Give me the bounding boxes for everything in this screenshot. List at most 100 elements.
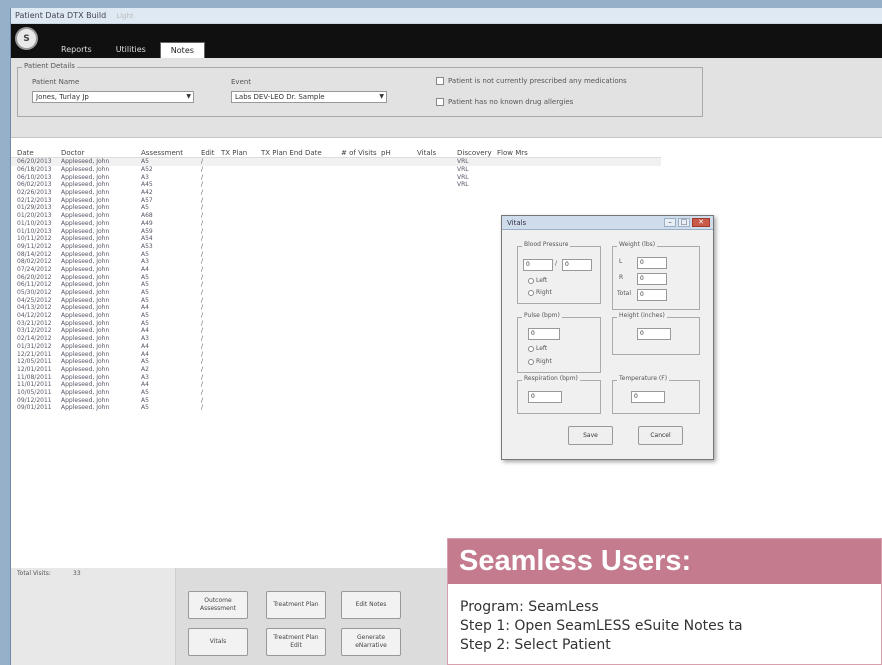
table-cell[interactable]: / (201, 235, 221, 242)
edit-notes-button[interactable]: Edit Notes (341, 591, 401, 619)
table-cell[interactable]: / (201, 251, 221, 258)
table-cell: A3 (141, 373, 149, 381)
table-cell: Appleseed, John (61, 219, 110, 227)
table-cell[interactable]: / (201, 335, 221, 342)
tab-reports[interactable]: Reports (51, 42, 102, 58)
table-cell[interactable]: / (201, 189, 221, 196)
column-header[interactable]: TX Plan End Date (261, 149, 341, 157)
table-cell[interactable]: / (201, 351, 221, 358)
systolic-input[interactable]: 0 (523, 259, 553, 271)
cancel-button[interactable]: Cancel (638, 426, 683, 445)
event-select[interactable]: Labs DEV-LEO Dr. Sample ▼ (231, 91, 387, 103)
treatment-plan-button[interactable]: Treatment Plan (266, 591, 326, 619)
table-cell[interactable]: / (201, 404, 221, 411)
radio-circle[interactable] (528, 358, 534, 365)
table-cell: A53 (141, 242, 153, 250)
table-cell[interactable]: / (201, 258, 221, 265)
table-cell[interactable]: / (201, 166, 221, 173)
column-header[interactable]: Vitals (417, 149, 457, 157)
column-header[interactable]: Flow Mrs (497, 149, 537, 157)
table-cell: 03/12/2012 (17, 327, 52, 335)
pulse-left-radio[interactable]: Left (528, 345, 547, 352)
table-cell[interactable]: / (201, 212, 221, 219)
pulse-group: Pulse (bpm) 0 Left Right (517, 312, 601, 373)
weight-total-input[interactable]: 0 (637, 289, 667, 301)
app-logo[interactable]: S (15, 27, 38, 50)
table-cell[interactable]: / (201, 343, 221, 350)
bp-left-radio[interactable]: Left (528, 277, 547, 284)
table-cell[interactable]: / (201, 289, 221, 296)
tab-utilities[interactable]: Utilities (106, 42, 156, 58)
table-cell[interactable]: / (201, 304, 221, 311)
maximize-icon[interactable]: □ (678, 218, 690, 227)
close-icon[interactable]: ✕ (692, 218, 710, 227)
table-cell[interactable]: / (201, 181, 221, 188)
table-cell[interactable]: / (201, 174, 221, 181)
minimize-icon[interactable]: – (664, 218, 676, 227)
table-cell[interactable]: / (201, 243, 221, 250)
column-header[interactable]: TX Plan (221, 149, 261, 157)
height-group: Height (inches) 0 (612, 312, 700, 355)
table-cell[interactable]: / (201, 228, 221, 235)
table-cell[interactable]: / (201, 366, 221, 373)
table-cell[interactable]: / (201, 358, 221, 365)
patient-name-select[interactable]: Jones, Turlay Jp ▼ (32, 91, 194, 103)
vitals-button[interactable]: Vitals (188, 628, 248, 656)
outcome-assessment-button[interactable]: Outcome Assessment (188, 591, 248, 619)
column-header[interactable]: # of Visits (341, 149, 381, 157)
table-row[interactable]: 02/26/2013 Appleseed, John A42 / (11, 189, 661, 197)
table-cell: Appleseed, John (61, 365, 110, 373)
radio-circle[interactable] (528, 289, 534, 296)
table-cell[interactable]: / (201, 297, 221, 304)
pulse-input[interactable]: 0 (528, 328, 560, 340)
weight-r-input[interactable]: 0 (637, 273, 667, 285)
column-header[interactable]: Doctor (61, 149, 141, 157)
treatment-plan-edit-button[interactable]: Treatment Plan Edit (266, 628, 326, 656)
table-cell: Appleseed, John (61, 304, 110, 312)
table-cell[interactable]: / (201, 312, 221, 319)
table-row[interactable]: 06/20/2013 Appleseed, John A5 / VRL (11, 158, 661, 166)
table-cell[interactable]: / (201, 220, 221, 227)
diastolic-input[interactable]: 0 (562, 259, 592, 271)
no-medications-checkbox[interactable]: Patient is not currently prescribed any … (436, 77, 627, 85)
height-input[interactable]: 0 (637, 328, 671, 340)
table-row[interactable]: 01/29/2013 Appleseed, John A5 / (11, 204, 661, 212)
table-row[interactable]: 06/02/2013 Appleseed, John A45 / VRL (11, 181, 661, 189)
column-header[interactable]: Edit (201, 149, 221, 157)
table-cell: 04/13/2012 (17, 304, 52, 312)
temperature-input[interactable]: 0 (631, 391, 665, 403)
table-cell[interactable]: / (201, 327, 221, 334)
table-cell[interactable]: / (201, 381, 221, 388)
bp-right-radio[interactable]: Right (528, 289, 552, 296)
column-header[interactable]: Date (11, 149, 61, 157)
column-header[interactable]: Discovery (457, 149, 497, 157)
table-cell[interactable]: / (201, 197, 221, 204)
total-visits-label: Total Visits: (17, 570, 51, 577)
radio-circle[interactable] (528, 345, 534, 352)
column-header[interactable]: pH (381, 149, 417, 157)
table-row[interactable]: 06/10/2013 Appleseed, John A3 / VRL (11, 173, 661, 181)
table-cell[interactable]: / (201, 266, 221, 273)
table-cell: A4 (141, 304, 149, 312)
weight-l-input[interactable]: 0 (637, 257, 667, 269)
save-button[interactable]: Save (568, 426, 613, 445)
table-cell[interactable]: / (201, 204, 221, 211)
radio-circle[interactable] (528, 277, 534, 284)
table-cell[interactable]: / (201, 389, 221, 396)
checkbox-box[interactable] (436, 77, 444, 85)
table-cell[interactable]: / (201, 397, 221, 404)
checkbox-box[interactable] (436, 98, 444, 106)
pulse-right-radio[interactable]: Right (528, 358, 552, 365)
table-row[interactable]: 02/12/2013 Appleseed, John A57 / (11, 196, 661, 204)
table-cell[interactable]: / (201, 158, 221, 165)
table-cell[interactable]: / (201, 274, 221, 281)
column-header[interactable]: Assessment (141, 149, 201, 157)
table-cell[interactable]: / (201, 320, 221, 327)
table-cell[interactable]: / (201, 281, 221, 288)
no-allergies-checkbox[interactable]: Patient has no known drug allergies (436, 98, 573, 106)
tab-notes[interactable]: Notes (159, 42, 205, 58)
respiration-input[interactable]: 0 (528, 391, 562, 403)
generate-narrative-button[interactable]: Generate eNarrative (341, 628, 401, 656)
table-cell[interactable]: / (201, 374, 221, 381)
table-row[interactable]: 06/18/2013 Appleseed, John A52 / VRL (11, 166, 661, 174)
